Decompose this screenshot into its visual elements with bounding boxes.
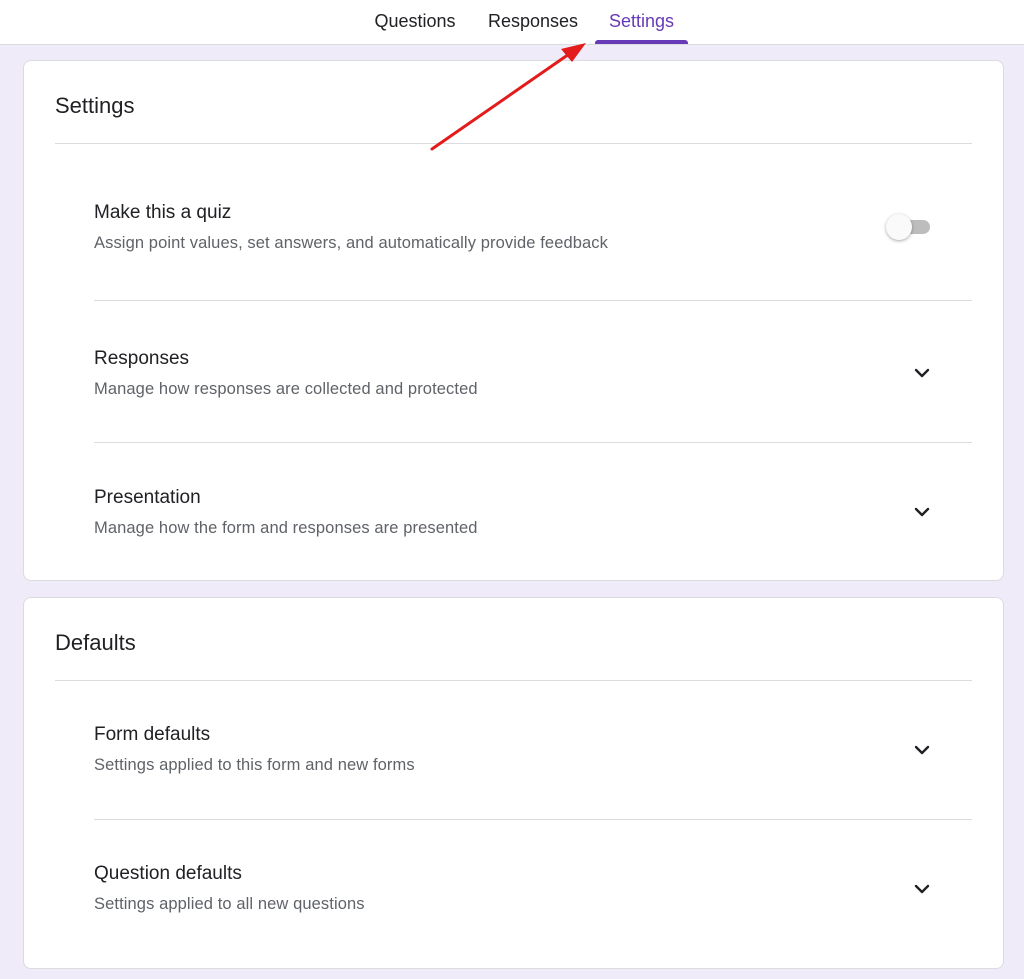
defaults-card: Defaults Form defaults Settings applied …	[23, 597, 1004, 969]
responses-setting-subtitle: Manage how responses are collected and p…	[94, 380, 478, 398]
question-defaults-subtitle: Settings applied to all new questions	[94, 895, 365, 913]
active-tab-indicator	[595, 40, 688, 44]
chevron-down-icon	[914, 884, 930, 894]
presentation-setting-title: Presentation	[94, 487, 201, 508]
settings-card: Settings Make this a quiz Assign point v…	[23, 60, 1004, 581]
chevron-down-icon	[914, 368, 930, 378]
question-defaults-title: Question defaults	[94, 863, 242, 884]
row-divider	[94, 442, 972, 443]
quiz-setting-subtitle: Assign point values, set answers, and au…	[94, 234, 608, 252]
settings-title-divider	[55, 143, 972, 144]
quiz-toggle-thumb	[886, 214, 912, 240]
presentation-setting-subtitle: Manage how the form and responses are pr…	[94, 519, 478, 537]
presentation-expand-chevron-down-icon[interactable]	[910, 500, 934, 524]
settings-card-title: Settings	[55, 93, 135, 118]
defaults-title-divider	[55, 680, 972, 681]
responses-setting-title: Responses	[94, 348, 190, 369]
tab-settings[interactable]: Settings	[595, 0, 688, 44]
responses-expand-chevron-down-icon[interactable]	[910, 361, 934, 385]
row-divider	[94, 819, 972, 820]
chevron-down-icon	[914, 745, 930, 755]
form-defaults-expand-chevron-down-icon[interactable]	[910, 738, 934, 762]
question-defaults-expand-chevron-down-icon[interactable]	[910, 877, 934, 901]
row-divider	[94, 300, 972, 301]
form-defaults-subtitle: Settings applied to this form and new fo…	[94, 756, 415, 774]
defaults-card-title: Defaults	[55, 630, 136, 655]
tab-bar: Questions Responses Settings	[0, 0, 1024, 45]
tab-responses[interactable]: Responses	[478, 0, 588, 44]
quiz-setting-title: Make this a quiz	[94, 202, 232, 223]
quiz-toggle[interactable]	[886, 213, 936, 241]
tab-questions[interactable]: Questions	[363, 0, 467, 44]
chevron-down-icon	[914, 507, 930, 517]
form-defaults-title: Form defaults	[94, 724, 211, 745]
